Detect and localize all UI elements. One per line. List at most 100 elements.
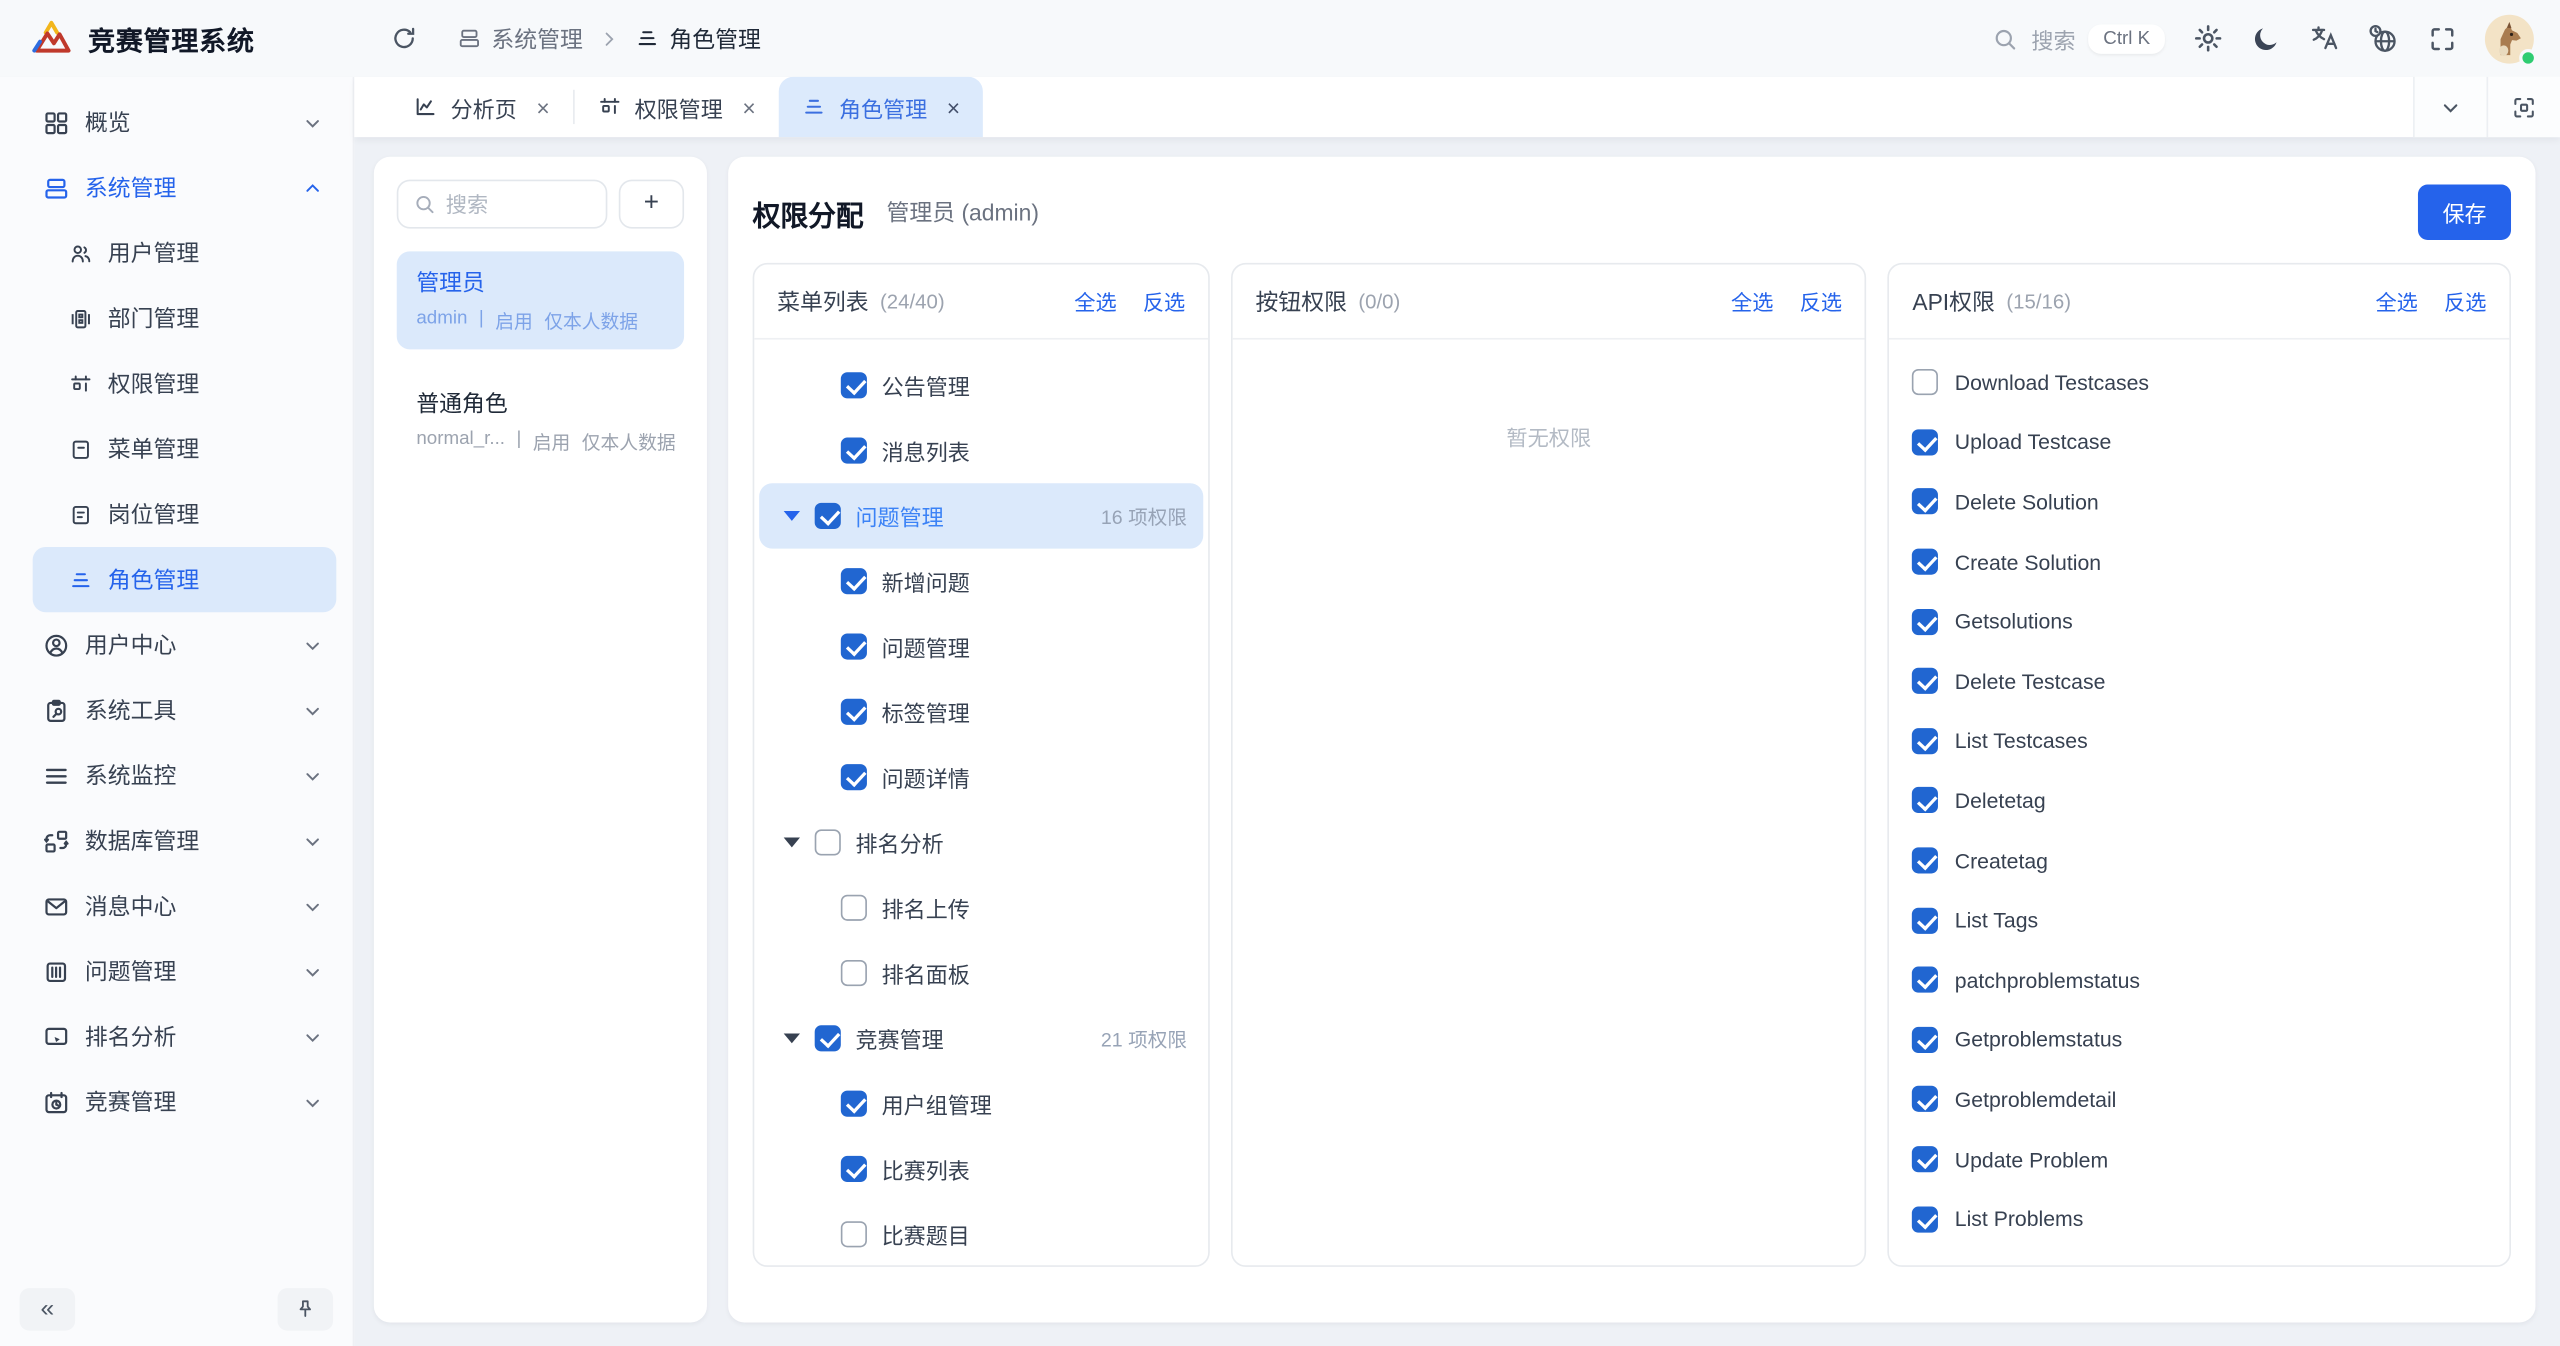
role-item-admin[interactable]: 管理员 admin | 启用 仅本人数据 (397, 251, 684, 349)
tab-role-management[interactable]: 角色管理 × (779, 77, 983, 137)
timezone-globe-icon[interactable] (2367, 22, 2400, 55)
checkbox[interactable] (841, 1156, 867, 1182)
sidebar-item-department-management[interactable]: 部门管理 (33, 286, 337, 351)
invert-selection-link[interactable]: 反选 (1800, 286, 1842, 317)
checkbox[interactable] (1912, 608, 1938, 634)
api-permission-row[interactable]: Delete Testcase (1889, 651, 2509, 711)
close-icon[interactable]: × (536, 96, 549, 119)
sidebar-item-system-management[interactable]: 系统管理 (33, 155, 337, 220)
role-search-field[interactable] (446, 192, 591, 216)
sidebar-item-database-management[interactable]: 数据库管理 (33, 808, 337, 873)
sidebar-pin-button[interactable] (278, 1287, 334, 1329)
sidebar-item-user-center[interactable]: 用户中心 (33, 612, 337, 677)
sidebar-item-role-management[interactable]: 角色管理 (33, 547, 337, 612)
api-permission-row[interactable]: patchproblemstatus (1889, 950, 2509, 1010)
menu-row[interactable]: 用户组管理 (759, 1071, 1203, 1136)
menu-row-selected[interactable]: 问题管理 16 项权限 (759, 483, 1203, 548)
checkbox[interactable] (1912, 1206, 1938, 1232)
select-all-link[interactable]: 全选 (1074, 286, 1116, 317)
api-permission-row[interactable]: List Testcases (1889, 711, 2509, 771)
sidebar-item-overview[interactable]: 概览 (33, 90, 337, 155)
sidebar-item-permission-management[interactable]: 权限管理 (33, 351, 337, 416)
api-permission-row[interactable]: Download Testcases (1889, 353, 2509, 413)
close-icon[interactable]: × (947, 96, 960, 119)
invert-selection-link[interactable]: 反选 (2444, 286, 2486, 317)
checkbox[interactable] (841, 438, 867, 464)
checkbox[interactable] (1912, 907, 1938, 933)
checkbox[interactable] (815, 1025, 841, 1051)
menu-row[interactable]: 问题管理 (759, 614, 1203, 679)
tab-analysis-page[interactable]: 分析页 × (390, 77, 572, 137)
checkbox[interactable] (841, 895, 867, 921)
menu-row[interactable]: 标签管理 (759, 679, 1203, 744)
checkbox[interactable] (815, 503, 841, 529)
sidebar-item-ranking-analysis[interactable]: 排名分析 (33, 1004, 337, 1069)
translate-icon[interactable] (2309, 23, 2340, 54)
checkbox[interactable] (1912, 369, 1938, 395)
menu-row[interactable]: 排名面板 (759, 940, 1203, 1005)
checkbox[interactable] (1912, 1027, 1938, 1053)
dark-mode-moon-icon[interactable] (2251, 24, 2280, 53)
api-permission-row[interactable]: Getproblemstatus (1889, 1010, 2509, 1070)
api-permission-row[interactable]: Getsolutions (1889, 592, 2509, 652)
api-permission-row[interactable]: List Problems (1889, 1189, 2509, 1249)
sidebar-item-system-tools[interactable]: 系统工具 (33, 678, 337, 743)
select-all-link[interactable]: 全选 (2375, 286, 2417, 317)
api-permission-row[interactable]: Getproblemdetail (1889, 1070, 2509, 1130)
app-logo-box[interactable]: 竞赛管理系统 (0, 18, 354, 59)
tab-list-dropdown-button[interactable] (2413, 77, 2486, 137)
checkbox[interactable] (841, 372, 867, 398)
sidebar-item-message-center[interactable]: 消息中心 (33, 873, 337, 938)
checkbox[interactable] (1912, 967, 1938, 993)
menu-row[interactable]: 排名上传 (759, 875, 1203, 940)
invert-selection-link[interactable]: 反选 (1143, 286, 1185, 317)
refresh-icon[interactable] (390, 24, 418, 52)
sidebar-item-system-monitor[interactable]: 系统监控 (33, 743, 337, 808)
checkbox[interactable] (841, 633, 867, 659)
checkbox[interactable] (1912, 847, 1938, 873)
global-search[interactable]: 搜索 Ctrl K (1992, 22, 2165, 55)
expand-triangle-icon[interactable] (784, 1033, 800, 1043)
checkbox[interactable] (815, 829, 841, 855)
api-permission-row[interactable]: List Tags (1889, 890, 2509, 950)
menu-row[interactable]: 新增问题 (759, 549, 1203, 614)
checkbox[interactable] (1912, 788, 1938, 814)
expand-triangle-icon[interactable] (784, 838, 800, 848)
menu-row[interactable]: 消息列表 (759, 418, 1203, 483)
sidebar-item-problem-management[interactable]: 问题管理 (33, 939, 337, 1004)
checkbox[interactable] (1912, 668, 1938, 694)
checkbox[interactable] (841, 960, 867, 986)
checkbox[interactable] (1912, 489, 1938, 515)
menu-row[interactable]: 竞赛管理 21 项权限 (759, 1006, 1203, 1071)
api-permission-row[interactable]: Delete Solution (1889, 472, 2509, 532)
settings-gear-icon[interactable] (2193, 23, 2224, 54)
content-fullscreen-button[interactable] (2487, 77, 2560, 137)
breadcrumb-system-management[interactable]: 系统管理 (457, 22, 583, 55)
tab-permission-management[interactable]: 权限管理 × (574, 77, 778, 137)
add-role-button[interactable]: + (619, 180, 684, 229)
fullscreen-icon[interactable] (2428, 24, 2457, 53)
api-permission-row[interactable]: Upload Testcase (1889, 412, 2509, 472)
api-permission-row[interactable]: Createtag (1889, 831, 2509, 891)
expand-triangle-icon[interactable] (784, 511, 800, 521)
checkbox[interactable] (1912, 1146, 1938, 1172)
menu-row[interactable]: 比赛题目 (759, 1202, 1203, 1267)
select-all-link[interactable]: 全选 (1731, 286, 1773, 317)
save-button[interactable]: 保存 (2418, 184, 2511, 240)
api-permission-row[interactable]: Create Solution (1889, 532, 2509, 592)
checkbox[interactable] (841, 568, 867, 594)
checkbox[interactable] (1912, 549, 1938, 575)
menu-row[interactable]: 比赛列表 (759, 1136, 1203, 1201)
checkbox[interactable] (841, 1221, 867, 1247)
user-avatar[interactable] (2485, 14, 2534, 63)
checkbox[interactable] (841, 764, 867, 790)
sidebar-item-contest-management[interactable]: 竞赛管理 (33, 1069, 337, 1134)
checkbox[interactable] (1912, 1086, 1938, 1112)
role-item-normal[interactable]: 普通角色 normal_r... | 启用 仅本人数据 (397, 372, 684, 470)
api-permission-row[interactable]: Deletetag (1889, 771, 2509, 831)
sidebar-item-menu-management[interactable]: 菜单管理 (33, 416, 337, 481)
close-icon[interactable]: × (742, 96, 755, 119)
sidebar-collapse-button[interactable]: « (20, 1287, 76, 1329)
checkbox[interactable] (1912, 728, 1938, 754)
checkbox[interactable] (1912, 429, 1938, 455)
